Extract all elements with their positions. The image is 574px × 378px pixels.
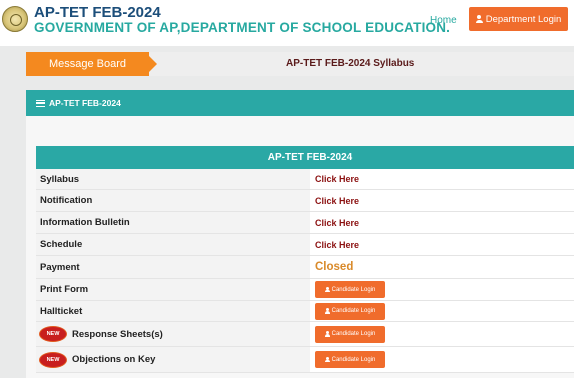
home-link[interactable]: Home [430,15,457,26]
user-icon [324,308,330,314]
panel-heading-label: AP-TET FEB-2024 [49,98,121,108]
row-label: Payment [40,261,80,273]
table-title: AP-TET FEB-2024 [36,146,574,169]
row-label: Syllabus [40,173,80,185]
row-label: Notification [40,195,93,206]
table-row: Syllabus Click Here [36,169,574,190]
information-bulletin-link[interactable]: Click Here [315,218,359,228]
button-label: Candidate Login [331,331,376,337]
row-label-text: Objections on Key [72,354,156,365]
table-row: NEW Response Sheets(s) Candidate Login [36,322,574,347]
department-login-button[interactable]: Department Login [469,7,568,31]
payment-status: Closed [315,261,354,273]
new-badge-icon: NEW [40,327,66,341]
row-label: Hallticket [40,305,83,317]
site-title: AP-TET FEB-2024 [34,4,161,21]
user-icon [324,331,330,337]
row-label: NEW Objections on Key [40,347,155,372]
user-icon [324,356,330,363]
table-row: Information Bulletin Click Here [36,212,574,234]
notification-link[interactable]: Click Here [315,196,359,206]
print-form-candidate-login-button[interactable]: Candidate Login [315,281,385,298]
row-label: Information Bulletin [40,217,130,228]
site-header: AP-TET FEB-2024 GOVERNMENT OF AP,DEPARTM… [0,0,574,46]
row-label-text: Response Sheets(s) [72,328,163,340]
button-label: Candidate Login [331,356,376,363]
table-row: Payment Closed [36,256,574,279]
row-label: Schedule [40,239,83,250]
message-board-ticker[interactable]: AP-TET FEB-2024 Syllabus [286,52,414,76]
message-board-bar: Message Board AP-TET FEB-2024 Syllabus [26,52,574,76]
user-icon [475,15,483,23]
main-panel: AP-TET FEB-2024 AP-TET FEB-2024 Syllabus… [26,90,574,378]
ap-emblem-logo [2,6,28,32]
row-label: NEW Response Sheets(s) [40,322,163,346]
message-board-tab: Message Board [26,52,157,76]
button-label: Candidate Login [331,286,376,293]
new-badge-icon: NEW [40,352,66,367]
hallticket-candidate-login-button[interactable]: Candidate Login [315,302,385,320]
table-row: Notification Click Here [36,190,574,212]
row-label: Print Form [40,284,89,295]
links-table: Syllabus Click Here Notification Click H… [36,169,574,373]
table-row: Schedule Click Here [36,234,574,256]
site-subtitle: GOVERNMENT OF AP,DEPARTMENT OF SCHOOL ED… [34,20,451,35]
user-icon [324,286,330,293]
button-label: Candidate Login [331,308,376,314]
table-row: Hallticket Candidate Login [36,301,574,322]
syllabus-link[interactable]: Click Here [315,174,359,184]
department-login-label: Department Login [485,13,562,25]
list-icon [36,99,45,107]
schedule-link[interactable]: Click Here [315,240,359,250]
panel-heading: AP-TET FEB-2024 [26,90,574,116]
table-row: Print Form Candidate Login [36,279,574,301]
objections-candidate-login-button[interactable]: Candidate Login [315,351,385,368]
table-row: NEW Objections on Key Candidate Login [36,347,574,373]
response-sheets-candidate-login-button[interactable]: Candidate Login [315,325,385,343]
